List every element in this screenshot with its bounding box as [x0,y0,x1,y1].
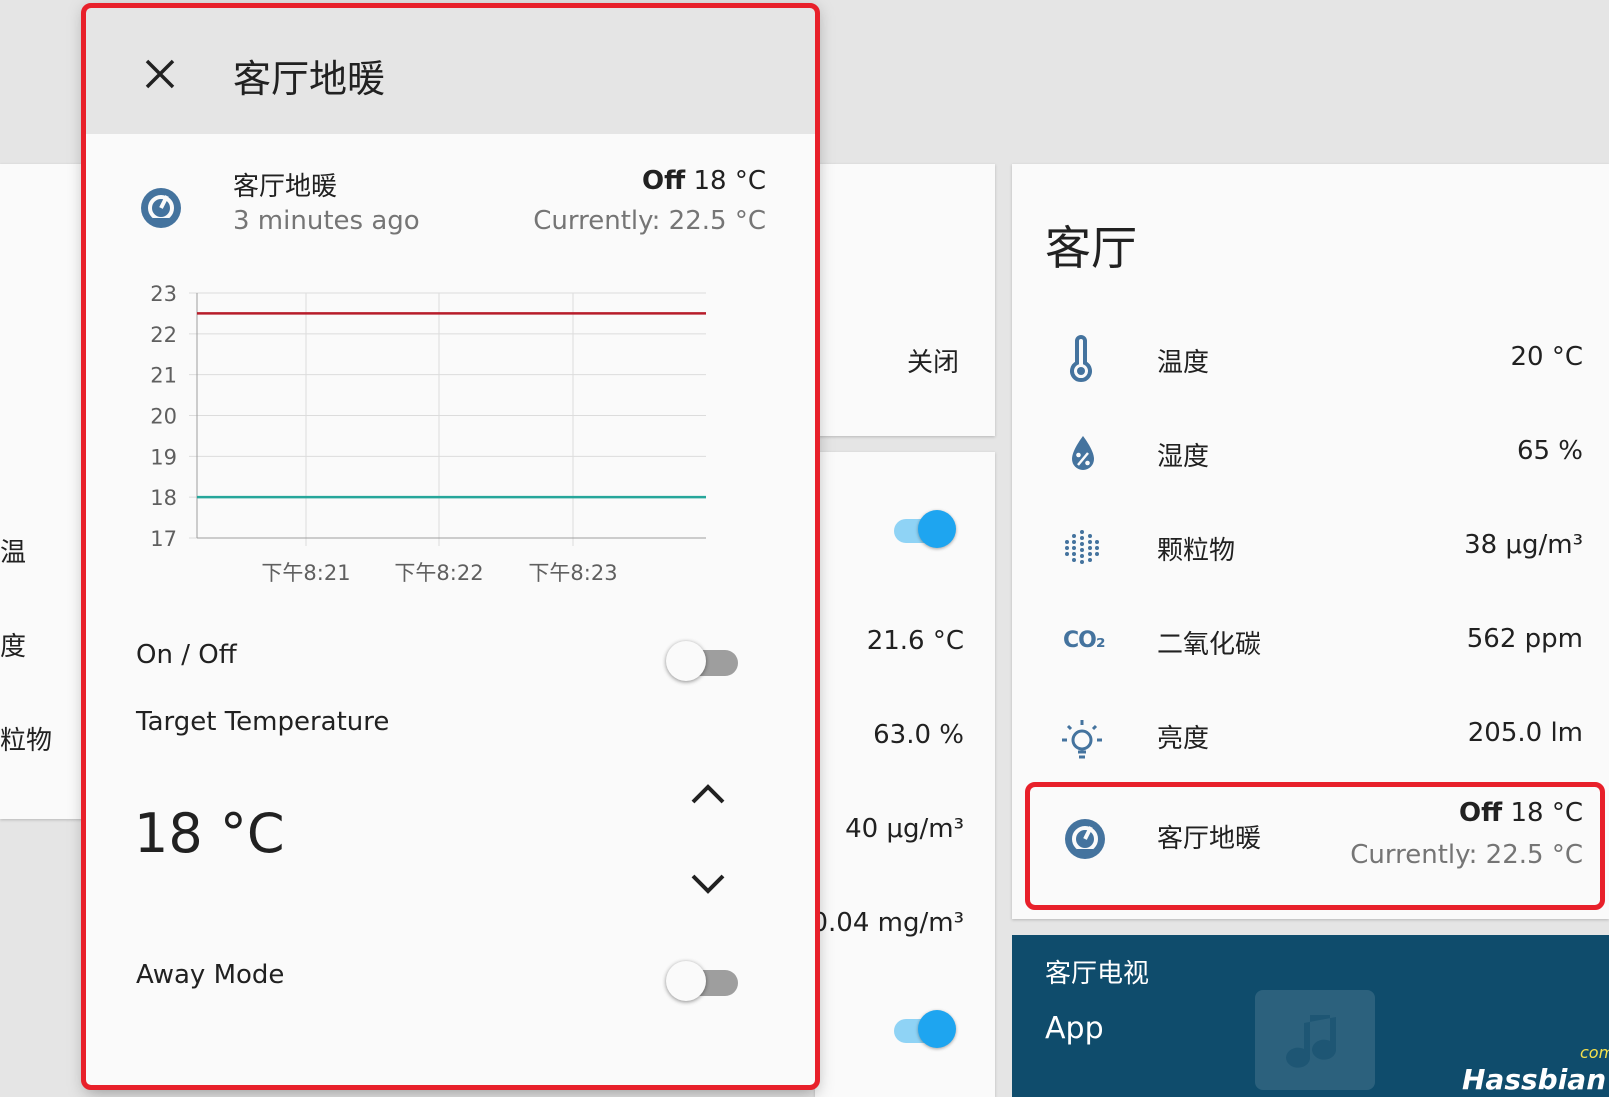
left-label-degree: 度 [0,632,27,662]
tv-card-watermark-suffix: com [1580,1043,1609,1062]
room-row-value-co2: 562 ppm [1466,624,1583,654]
room-row-value-pm: 38 μg/m³ [1464,530,1583,560]
middle-status-label: 关闭 [907,348,960,378]
room-row-label-temp: 温度 [1157,348,1210,378]
water-percent-icon [1072,436,1094,470]
tv-card-watermark: Hassbian [1462,1063,1607,1096]
middle-value-pm: 40 μg/m³ [845,814,964,844]
room-card-title: 客厅 [1045,221,1137,275]
room-row-value-light: 205.0 lm [1467,718,1583,748]
middle-value-temp: 21.6 °C [866,626,964,656]
room-row-label-light: 亮度 [1157,724,1210,754]
room-row-value-humidity: 65 % [1516,436,1583,466]
middle-top-card [815,164,995,436]
middle-toggle-bottom[interactable] [890,1010,956,1048]
lightbulb-icon [1062,720,1102,759]
middle-toggle-top[interactable] [890,510,956,548]
tv-card-title: 客厅电视 [1045,959,1150,989]
co2-icon: CO₂ [1063,628,1105,653]
climate-row-highlight [1025,782,1605,910]
middle-value-mg: 0.04 mg/m³ [811,908,965,938]
room-row-value-temp: 20 °C [1510,342,1583,372]
dialog-highlight [81,3,820,1090]
room-row-label-co2: 二氧化碳 [1157,630,1262,660]
room-row-label-humidity: 湿度 [1157,442,1210,472]
middle-value-humidity: 63.0 % [873,720,964,750]
tv-card[interactable]: 客厅电视 App Hassbian com [1012,935,1609,1097]
movie-music-icon [1255,990,1375,1090]
thermometer-icon [1070,335,1092,383]
tv-card-source: App [1045,1011,1104,1046]
middle-bottom-card [815,452,995,1097]
left-label-temp: 温 [0,538,27,568]
left-label-particles: 粒物 [0,726,53,756]
particulates-icon [1065,530,1099,564]
room-row-label-pm: 颗粒物 [1157,536,1236,566]
